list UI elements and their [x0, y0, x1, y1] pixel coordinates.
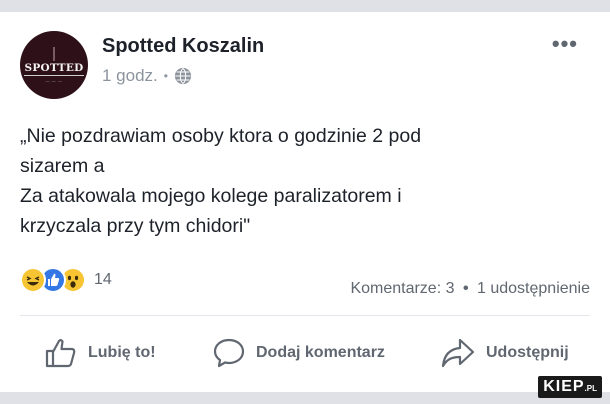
comment-button-label: Dodaj komentarz: [256, 344, 385, 361]
post-timestamp[interactable]: 1 godz.: [102, 66, 158, 86]
like-button[interactable]: Lubię to!: [44, 337, 156, 369]
comment-button[interactable]: Dodaj komentarz: [212, 337, 385, 369]
stats-separator: •: [462, 280, 469, 297]
avatar-tower-graphic: [53, 47, 55, 61]
post-meta: 1 godz. •: [102, 66, 192, 86]
watermark-logo: KIEP.PL: [538, 376, 602, 398]
like-button-label: Lubię to!: [88, 344, 156, 361]
reaction-count: 14: [94, 271, 112, 288]
actions-divider: [20, 315, 590, 316]
watermark-text: KIEP: [543, 378, 585, 395]
avatar-text: SPOTTED: [24, 62, 84, 76]
engagement-stats: Komentarze: 3 • 1 udostępnienie: [350, 280, 590, 298]
post-text: „Nie pozdrawiam osoby ktora o godzinie 2…: [20, 121, 580, 241]
avatar-subline: — — —: [45, 78, 63, 83]
comments-count-link[interactable]: Komentarze: 3: [350, 280, 454, 297]
comment-icon: [213, 338, 245, 368]
post-text-line: sizarem a: [20, 155, 105, 177]
share-button[interactable]: Udostępnij: [440, 337, 569, 369]
post-text-line: Za atakowala mojego kolege paralizatorem…: [20, 185, 402, 207]
post-text-line: „Nie pozdrawiam osoby ktora o godzinie 2…: [20, 125, 422, 147]
haha-reaction-icon: [20, 267, 46, 293]
more-dots-icon[interactable]: •••: [552, 33, 578, 55]
post-text-line: krzyczala przy tym chidori": [20, 215, 251, 237]
share-arrow-icon: [441, 338, 475, 368]
shares-count-link[interactable]: 1 udostępnienie: [477, 280, 590, 297]
thumbs-up-icon: [45, 339, 76, 368]
share-button-label: Udostępnij: [486, 344, 569, 361]
post-card: SPOTTED — — — Spotted Koszalin 1 godz. •…: [0, 12, 610, 392]
reactions-summary[interactable]: 14: [20, 267, 112, 293]
watermark-suffix: .PL: [584, 384, 597, 393]
page-name-link[interactable]: Spotted Koszalin: [102, 35, 264, 58]
avatar[interactable]: SPOTTED — — —: [20, 31, 88, 99]
globe-icon: [174, 67, 192, 85]
meta-separator: •: [163, 69, 168, 83]
